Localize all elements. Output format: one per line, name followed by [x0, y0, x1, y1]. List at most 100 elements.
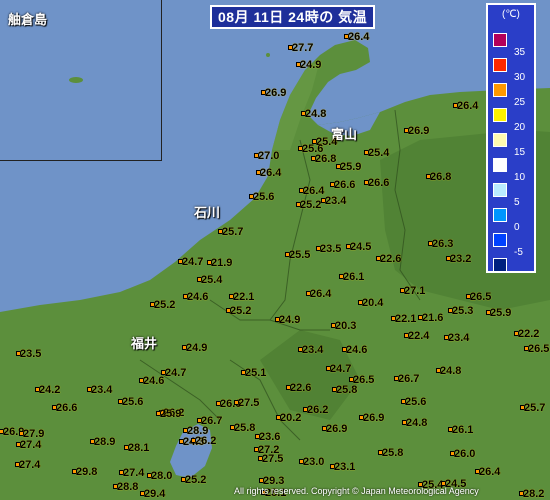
- map-title: 08月 11日 24時の 気温: [210, 5, 376, 29]
- temperature-reading: 22.2: [518, 328, 540, 340]
- temperature-reading: 25.5: [289, 249, 311, 261]
- temperature-legend: (℃) 35 30 25 20 15 10 5 0 -5: [486, 3, 536, 273]
- temperature-reading: 25.2: [185, 474, 207, 486]
- legend-label: -5: [514, 247, 523, 258]
- temperature-reading: 26.5: [470, 291, 492, 303]
- temperature-reading: 24.5: [350, 241, 372, 253]
- temperature-reading: 22.1: [395, 313, 417, 325]
- temperature-reading: 25.7: [524, 402, 546, 414]
- temperature-reading: 27.5: [262, 453, 284, 465]
- temperature-reading: 24.7: [182, 256, 204, 268]
- temperature-reading: 26.9: [265, 87, 287, 99]
- temperature-reading: 24.8: [406, 417, 428, 429]
- temperature-reading: 26.8: [315, 153, 337, 165]
- temperature-reading: 24.7: [330, 363, 352, 375]
- temperature-reading: 29.8: [76, 466, 98, 478]
- temperature-reading: 25.8: [336, 384, 358, 396]
- temperature-reading: 25.8: [382, 447, 404, 459]
- temperature-reading: 25.9: [160, 408, 182, 420]
- temperature-reading: 20.4: [362, 297, 384, 309]
- temperature-reading: 26.1: [452, 424, 474, 436]
- temperature-reading: 24.9: [300, 59, 322, 71]
- temperature-reading: 28.2: [523, 488, 545, 500]
- legend-label: 30: [514, 72, 526, 83]
- temperature-reading: 23.1: [334, 461, 356, 473]
- temperature-reading: 26.4: [348, 31, 370, 43]
- legend-swatch: [493, 33, 507, 47]
- temperature-reading: 20.3: [335, 320, 357, 332]
- temperature-reading: 24.2: [39, 384, 61, 396]
- legend-swatch: [493, 83, 507, 97]
- temperature-reading: 23.5: [320, 243, 342, 255]
- temperature-reading: 23.4: [448, 332, 470, 344]
- temperature-reading: 25.4: [368, 147, 390, 159]
- temperature-reading: 26.4: [310, 288, 332, 300]
- temperature-reading: 23.4: [325, 195, 347, 207]
- temperature-reading: 27.0: [258, 150, 280, 162]
- temperature-reading: 25.9: [490, 307, 512, 319]
- temperature-reading: 25.7: [222, 226, 244, 238]
- temperature-map: 舳倉島 08月 11日 24時の 気温 富山 石川 福井 26.4 27.7 24.…: [0, 0, 550, 500]
- temperature-reading: 26.8: [430, 171, 452, 183]
- temperature-reading: 26.1: [343, 271, 365, 283]
- temperature-reading: 20.2: [280, 412, 302, 424]
- legend-swatch: [493, 108, 507, 122]
- temperature-reading: 26.4: [303, 185, 325, 197]
- temperature-reading: 26.6: [56, 402, 78, 414]
- temperature-reading: 25.2: [154, 299, 176, 311]
- temperature-reading: 27.4: [19, 459, 41, 471]
- temperature-reading: 24.9: [186, 342, 208, 354]
- temperature-reading: 23.5: [20, 348, 42, 360]
- temperature-reading: 28.0: [151, 470, 173, 482]
- temperature-reading: 26.0: [454, 448, 476, 460]
- temperature-reading: 25.2: [300, 199, 322, 211]
- temperature-reading: 23.4: [91, 384, 113, 396]
- temperature-reading: 22.6: [380, 253, 402, 265]
- temperature-reading: 26.6: [368, 177, 390, 189]
- temperature-reading: 24.7: [165, 367, 187, 379]
- temperature-reading: 21.9: [211, 257, 233, 269]
- temperature-reading: 26.9: [408, 125, 430, 137]
- legend-unit: (℃): [502, 9, 520, 20]
- inset-label: 舳倉島: [8, 12, 48, 27]
- legend-label: 15: [514, 147, 526, 158]
- temperature-reading: 24.6: [143, 375, 165, 387]
- legend-swatch: [493, 133, 507, 147]
- temperature-reading: 24.9: [279, 314, 301, 326]
- temperature-reading: 27.1: [404, 285, 426, 297]
- copyright-text: All rights reserved. Copyright © Japan M…: [234, 486, 479, 496]
- temperature-reading: 28.9: [94, 436, 116, 448]
- legend-swatch: [493, 183, 507, 197]
- legend-swatch: [493, 233, 507, 247]
- temperature-reading: 25.2: [230, 305, 252, 317]
- temperature-reading: 22.1: [233, 291, 255, 303]
- temperature-reading: 27.5: [238, 397, 260, 409]
- temperature-reading: 26.9: [326, 423, 348, 435]
- legend-swatch: [493, 58, 507, 72]
- temperature-reading: 25.6: [122, 396, 144, 408]
- temperature-reading: 27.7: [292, 42, 314, 54]
- temperature-reading: 26.4: [260, 167, 282, 179]
- temperature-reading: 23.2: [450, 253, 472, 265]
- temperature-reading: 25.9: [340, 161, 362, 173]
- temperature-reading: 28.1: [128, 442, 150, 454]
- temperature-reading: 26.5: [528, 343, 550, 355]
- temperature-reading: 24.6: [346, 344, 368, 356]
- temperature-reading: 25.1: [245, 367, 267, 379]
- legend-label: 20: [514, 122, 526, 133]
- legend-label: 5: [514, 197, 520, 208]
- temperature-reading: 27.4: [20, 439, 42, 451]
- temperature-reading: 26.4: [457, 100, 479, 112]
- temperature-reading: 24.6: [187, 291, 209, 303]
- temperature-reading: 27.4: [123, 467, 145, 479]
- temperature-reading: 25.6: [253, 191, 275, 203]
- legend-label: 35: [514, 47, 526, 58]
- temperature-reading: 28.8: [117, 481, 139, 493]
- temperature-reading: 24.8: [305, 108, 327, 120]
- legend-swatch: [493, 158, 507, 172]
- place-label-ishikawa: 石川: [194, 205, 221, 220]
- legend-label: 0: [514, 222, 520, 233]
- temperature-reading: 22.4: [408, 330, 430, 342]
- temperature-reading: 26.4: [479, 466, 501, 478]
- legend-label: 10: [514, 172, 526, 183]
